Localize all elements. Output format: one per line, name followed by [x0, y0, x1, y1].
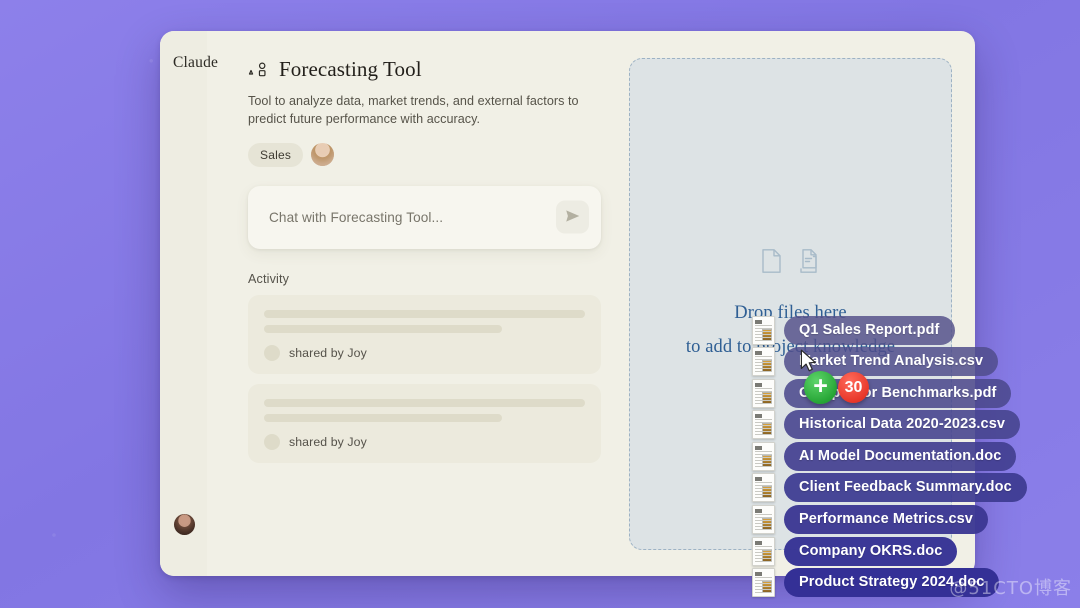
avatar	[264, 433, 280, 450]
file-count-label: 30	[844, 378, 863, 396]
dropzone-icons	[761, 248, 820, 279]
page-title: Forecasting Tool	[279, 57, 422, 81]
project-description: Tool to analyze data, market trends, and…	[248, 94, 579, 127]
activity-shared-by: shared by Joy	[289, 345, 367, 360]
document-icon	[761, 248, 782, 279]
activity-shared-by: shared by Joy	[289, 434, 367, 449]
brand-logo: Claude	[173, 54, 219, 71]
watermark: @51CTO博客	[949, 578, 1072, 599]
avatar[interactable]	[174, 514, 195, 535]
arrow-cursor	[800, 349, 817, 373]
project-panel: Forecasting Tool Tool to analyze data, m…	[248, 57, 613, 473]
skeleton-bar	[264, 398, 585, 407]
chat-input[interactable]	[267, 208, 541, 226]
sidebar-rail: Claude	[160, 31, 218, 576]
dropzone-line-2: to add to project knowledge	[685, 336, 896, 357]
project-meta: Sales	[248, 142, 613, 167]
file-count-badge: 30	[838, 372, 869, 403]
member-avatar[interactable]	[311, 143, 335, 166]
list-item[interactable]: shared by Joy	[248, 294, 601, 374]
skeleton-bar	[264, 324, 502, 333]
documents-stack-icon	[797, 248, 820, 279]
skeleton-bar	[264, 413, 502, 422]
activity-heading: Activity	[248, 271, 290, 286]
activity-footer: shared by Joy	[264, 433, 585, 450]
activity-footer: shared by Joy	[264, 344, 585, 361]
list-item[interactable]: shared by Joy	[248, 383, 601, 463]
avatar	[264, 344, 280, 361]
expand-sidebar-icon[interactable]	[176, 575, 194, 576]
project-tag[interactable]: Sales	[248, 142, 304, 167]
send-arrow-icon	[564, 207, 581, 227]
shapes-icon	[248, 61, 270, 79]
skeleton-bar	[264, 309, 585, 318]
plus-icon: +	[813, 371, 828, 400]
add-files-badge: +	[804, 371, 837, 404]
send-button[interactable]	[556, 200, 589, 234]
dropzone-line-1: Drop files here	[734, 302, 847, 323]
app-window: Claude Forecasting Tool Tool to analyze …	[160, 31, 975, 576]
chat-composer[interactable]	[248, 185, 601, 249]
project-header: Forecasting Tool	[248, 57, 613, 82]
file-dropzone[interactable]: Drop files here to add to project knowle…	[629, 58, 952, 550]
